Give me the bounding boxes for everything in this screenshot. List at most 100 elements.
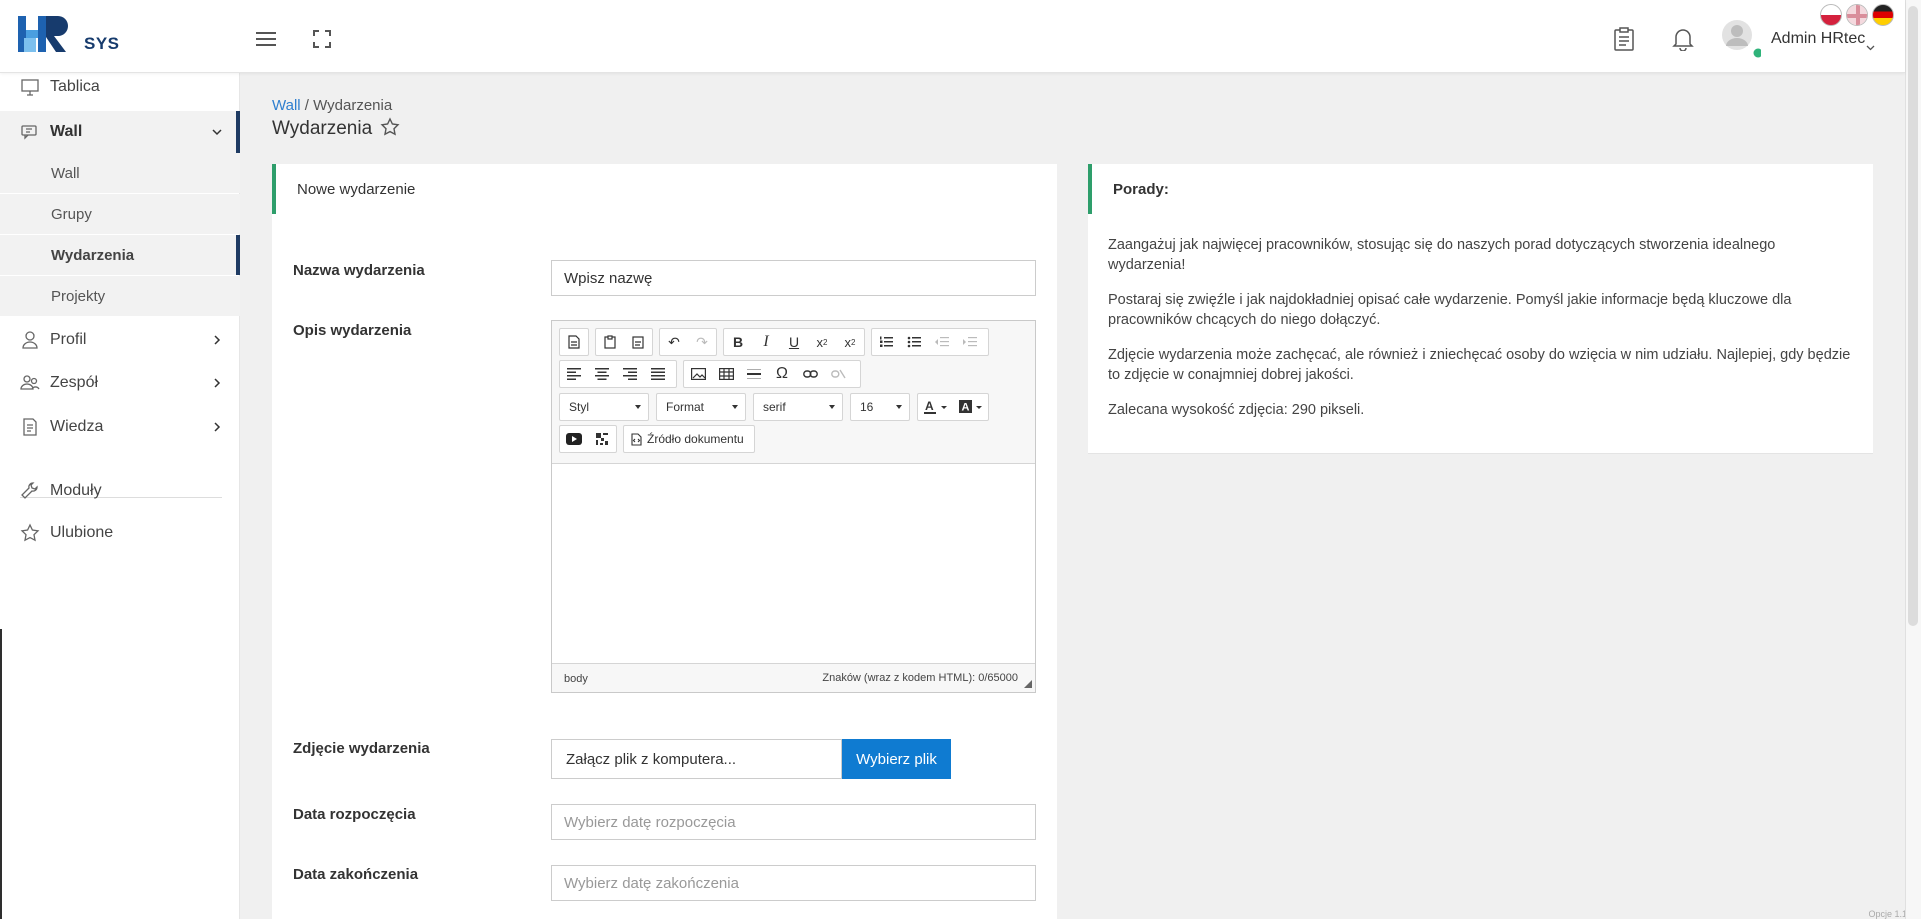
tips-title: Porady:	[1088, 164, 1169, 214]
redo-icon[interactable]: ↷	[688, 329, 716, 355]
format-combo[interactable]: Format	[656, 393, 746, 421]
tip-paragraph: Zalecana wysokość zdjęcia: 290 pikseli.	[1108, 402, 1365, 418]
chevron-right-icon	[214, 422, 221, 432]
scrollbar-thumb[interactable]	[1908, 6, 1918, 626]
sidebar-item-tablica[interactable]: Tablica	[0, 67, 240, 107]
end-date-placeholder: Wybierz datę zakończenia	[564, 874, 739, 892]
editor-status-bar: body Znaków (wraz z kodem HTML): 0/65000	[552, 665, 1035, 692]
favorite-star-icon[interactable]	[380, 117, 400, 137]
sidebar-subitem-grupy[interactable]: Grupy	[0, 194, 240, 234]
qr-code-icon[interactable]	[588, 426, 616, 452]
clipboard-icon[interactable]	[1614, 27, 1634, 56]
chat-icon	[21, 125, 37, 140]
flag-de-icon[interactable]	[1872, 4, 1894, 26]
toolbar-group-document	[559, 328, 589, 356]
flag-en-icon[interactable]	[1846, 4, 1868, 26]
sidebar-subitem-projekty[interactable]: Projekty	[0, 276, 240, 316]
style-combo[interactable]: Styl	[559, 393, 649, 421]
align-left-icon[interactable]	[560, 361, 588, 387]
font-size-combo[interactable]: 16	[850, 393, 910, 421]
align-right-icon[interactable]	[616, 361, 644, 387]
breadcrumb-separator: /	[300, 97, 314, 114]
source-button-label: Źródło dokumentu	[647, 432, 744, 446]
font-combo[interactable]: serif	[753, 393, 843, 421]
increase-indent-icon[interactable]	[956, 329, 984, 355]
justify-icon[interactable]	[644, 361, 672, 387]
underline-icon[interactable]: U	[780, 329, 808, 355]
sidebar-subitem-label: Grupy	[51, 205, 92, 223]
start-date-input[interactable]: Wybierz datę rozpoczęcia	[551, 804, 1036, 840]
special-char-icon[interactable]: Ω	[768, 361, 796, 387]
subscript-icon[interactable]: x2	[808, 329, 836, 355]
sidebar-item-moduly[interactable]: Moduły	[0, 471, 240, 511]
table-icon[interactable]	[712, 361, 740, 387]
options-link[interactable]: Opcje 1.1	[1868, 909, 1907, 919]
youtube-icon[interactable]	[560, 426, 588, 452]
numbered-list-icon[interactable]	[872, 329, 900, 355]
sidebar-item-wiedza[interactable]: Wiedza	[0, 407, 240, 447]
avatar[interactable]	[1721, 19, 1763, 64]
svg-text:A: A	[961, 402, 969, 414]
sidebar-item-profil[interactable]: Profil	[0, 320, 240, 360]
tip-paragraph: Zaangażuj jak najwięcej pracowników, sto…	[1108, 237, 1776, 273]
chevron-right-icon	[214, 335, 221, 345]
sidebar-item-ulubione[interactable]: Ulubione	[0, 513, 240, 553]
decrease-indent-icon[interactable]	[928, 329, 956, 355]
fullscreen-icon[interactable]	[313, 30, 331, 53]
element-path[interactable]: body	[564, 673, 588, 685]
source-button[interactable]: Źródło dokumentu	[624, 426, 744, 452]
flag-pl-icon[interactable]	[1820, 4, 1842, 26]
end-date-input[interactable]: Wybierz datę zakończenia	[551, 865, 1036, 901]
breadcrumb-link-wall[interactable]: Wall	[272, 97, 301, 114]
choose-file-button[interactable]: Wybierz plik	[842, 739, 951, 779]
chevron-down-icon[interactable]	[1866, 38, 1875, 56]
toolbar-group-insert: Ω	[683, 360, 861, 388]
toolbar-group-source: Źródło dokumentu	[623, 425, 755, 453]
resize-handle-icon[interactable]	[1024, 680, 1032, 688]
sidebar-item-label: Ulubione	[50, 524, 114, 541]
sidebar-item-label: Wall	[50, 123, 83, 140]
sidebar-item-zespol[interactable]: Zespół	[0, 363, 240, 403]
sidebar-item-wall[interactable]: Wall	[0, 111, 240, 153]
align-center-icon[interactable]	[588, 361, 616, 387]
text-color-icon[interactable]: A	[918, 394, 953, 420]
sidebar: Tablica Wall Wall Grupy Wydarzenia Proje…	[0, 73, 240, 919]
new-page-icon[interactable]	[560, 329, 588, 355]
undo-icon[interactable]: ↶	[660, 329, 688, 355]
editor-content-area[interactable]	[552, 463, 1035, 664]
italic-icon[interactable]: I	[752, 329, 780, 355]
toolbar-group-basic-styles: B I U x2 x2	[723, 328, 865, 356]
sidebar-item-label: Moduły	[50, 482, 102, 499]
format-combo-label: Format	[666, 400, 705, 414]
image-icon[interactable]	[684, 361, 712, 387]
bold-icon[interactable]: B	[724, 329, 752, 355]
hamburger-menu-icon[interactable]	[256, 31, 276, 52]
sidebar-item-label: Tablica	[50, 78, 100, 95]
language-switcher	[1820, 4, 1894, 26]
toolbar-group-media	[559, 425, 617, 453]
hrsys-logo[interactable]: SYS	[18, 14, 119, 56]
paste-text-icon[interactable]	[624, 329, 652, 355]
bell-icon[interactable]	[1672, 27, 1694, 56]
photo-file-input[interactable]: Załącz plik z komputera...	[551, 739, 842, 779]
start-date-label: Data rozpoczęcia	[293, 806, 416, 823]
team-icon	[20, 375, 40, 390]
event-name-placeholder: Wpisz nazwę	[564, 269, 653, 287]
event-photo-label: Zdjęcie wydarzenia	[293, 740, 430, 757]
link-icon[interactable]	[796, 361, 824, 387]
page-title: Wydarzenia	[272, 118, 373, 139]
background-color-icon[interactable]: A	[953, 394, 988, 420]
horizontal-line-icon[interactable]	[740, 361, 768, 387]
superscript-icon[interactable]: x2	[836, 329, 864, 355]
event-name-input[interactable]: Wpisz nazwę	[551, 260, 1036, 296]
top-header: SYS Admin HRtec	[0, 0, 1905, 73]
sidebar-item-label: Wiedza	[50, 418, 104, 435]
toolbar-group-lists	[871, 328, 989, 356]
sidebar-subitem-wall[interactable]: Wall	[0, 153, 240, 193]
unlink-icon[interactable]	[824, 361, 852, 387]
paste-icon[interactable]	[596, 329, 624, 355]
sidebar-subitem-wydarzenia[interactable]: Wydarzenia	[0, 235, 240, 275]
user-name[interactable]: Admin HRtec	[1771, 30, 1865, 48]
font-combo-label: serif	[763, 400, 786, 414]
bulleted-list-icon[interactable]	[900, 329, 928, 355]
